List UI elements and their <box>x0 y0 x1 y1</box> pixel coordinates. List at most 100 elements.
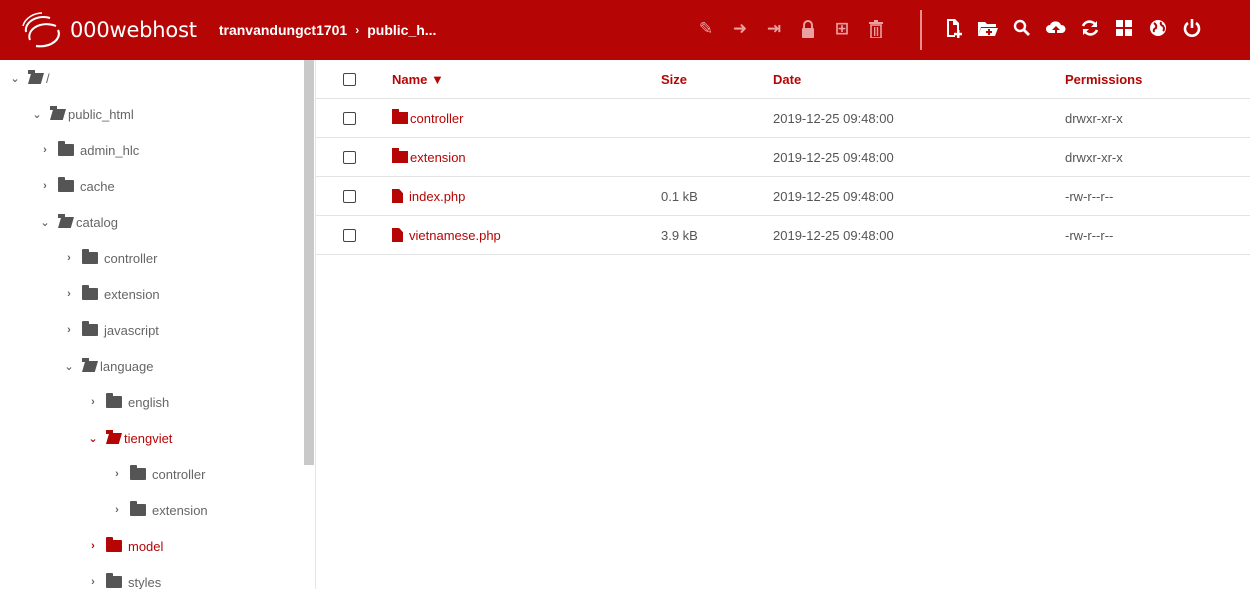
chevron-right-icon[interactable]: › <box>62 288 76 300</box>
chevron-right-icon[interactable]: › <box>86 576 100 588</box>
file-name: controller <box>410 110 464 126</box>
table-row[interactable]: index.php 0.1 kB 2019-12-25 09:48:00 -rw… <box>316 177 1250 216</box>
column-permissions-header[interactable]: Permissions <box>1065 72 1142 87</box>
lock-icon[interactable] <box>798 18 818 40</box>
tree-item-extension[interactable]: › extension <box>110 492 208 528</box>
tree-item-label: / <box>46 70 50 86</box>
extract-icon[interactable]: ⊞ <box>832 18 852 40</box>
file-name-link[interactable]: extension <box>392 148 466 165</box>
chevron-down-icon[interactable]: ⌄ <box>38 216 52 229</box>
folder-open-icon <box>58 214 74 228</box>
tree-item-admin-hlc[interactable]: › admin_hlc <box>38 132 139 168</box>
refresh-icon[interactable] <box>1078 16 1102 40</box>
chevron-down-icon[interactable]: ⌄ <box>8 72 22 85</box>
chevron-right-icon[interactable]: › <box>86 396 100 408</box>
top-bar: 000webhost tranvandungct1701 › public_h.… <box>0 0 1250 60</box>
file-name-link[interactable]: vietnamese.php <box>392 228 501 243</box>
chevron-right-icon[interactable]: › <box>110 504 124 516</box>
grid-view-icon[interactable] <box>1112 16 1136 40</box>
tree-item-label: javascript <box>104 322 159 338</box>
file-permissions[interactable]: drwxr-xr-x <box>1065 150 1123 165</box>
file-permissions[interactable]: drwxr-xr-x <box>1065 111 1123 126</box>
file-name: extension <box>410 149 466 165</box>
column-date-header[interactable]: Date <box>773 72 801 87</box>
table-row[interactable]: extension 2019-12-25 09:48:00 drwxr-xr-x <box>316 138 1250 177</box>
folder-open-icon <box>28 70 44 84</box>
folder-icon <box>392 109 408 124</box>
file-name-link[interactable]: index.php <box>392 189 465 204</box>
chevron-right-icon[interactable]: › <box>38 180 52 192</box>
globe-icon[interactable] <box>1146 16 1170 40</box>
file-permissions[interactable]: -rw-r--r-- <box>1065 189 1113 204</box>
file-date: 2019-12-25 09:48:00 <box>773 110 894 126</box>
main-toolbar <box>942 16 1204 40</box>
tree-scrollbar[interactable] <box>304 60 314 465</box>
file-size: 0.1 kB <box>661 188 698 204</box>
tree-item-label: admin_hlc <box>80 142 140 158</box>
new-folder-icon[interactable] <box>976 16 1000 40</box>
row-checkbox[interactable] <box>343 150 356 164</box>
tree-item-label: controller <box>104 250 158 266</box>
folder-open-icon <box>106 430 122 444</box>
column-name-header[interactable]: Name ▼ <box>392 72 444 87</box>
breadcrumb-item-root[interactable]: tranvandungct1701 <box>219 22 347 38</box>
tree-item-label: controller <box>152 466 206 482</box>
tree-item-catalog[interactable]: ⌄ catalog <box>38 204 118 240</box>
tree-item-english[interactable]: › english <box>86 384 169 420</box>
move-icon[interactable]: ➜ <box>730 18 750 40</box>
chevron-down-icon[interactable]: ⌄ <box>86 432 100 445</box>
tree-item-label: cache <box>80 178 115 194</box>
row-checkbox[interactable] <box>343 111 356 125</box>
chevron-right-icon[interactable]: › <box>38 144 52 156</box>
power-icon[interactable] <box>1180 16 1204 40</box>
new-file-icon[interactable] <box>942 16 966 40</box>
tree-item-extension[interactable]: › extension <box>62 276 160 312</box>
file-name: index.php <box>409 188 466 204</box>
row-checkbox[interactable] <box>343 228 356 242</box>
tree-item-root[interactable]: ⌄ / <box>8 60 50 96</box>
search-icon[interactable] <box>1010 16 1034 40</box>
folder-icon <box>82 321 98 336</box>
file-name: vietnamese.php <box>409 227 501 243</box>
tree-item-public-html[interactable]: ⌄ public_html <box>30 96 134 132</box>
brand-logo[interactable]: 000webhost <box>16 10 197 50</box>
folder-icon <box>130 501 146 516</box>
tree-item-label: extension <box>152 502 208 518</box>
tree-item-javascript[interactable]: › javascript <box>62 312 159 348</box>
table-row[interactable]: vietnamese.php 3.9 kB 2019-12-25 09:48:0… <box>316 216 1250 255</box>
chevron-right-icon[interactable]: › <box>62 252 76 264</box>
folder-icon <box>58 141 74 156</box>
rename-icon[interactable]: ⇥ <box>764 18 784 40</box>
file-name-link[interactable]: controller <box>392 109 464 126</box>
tree-item-tiengviet[interactable]: ⌄ tiengviet <box>86 420 172 456</box>
breadcrumb-item-current[interactable]: public_h... <box>367 22 436 38</box>
folder-icon <box>58 177 74 192</box>
toolbar-divider <box>920 10 922 50</box>
folder-open-icon <box>50 106 66 120</box>
edit-icon[interactable]: ✎ <box>696 18 716 40</box>
file-date: 2019-12-25 09:48:00 <box>773 227 894 243</box>
tree-item-controller[interactable]: › controller <box>62 240 157 276</box>
tree-item-language[interactable]: ⌄ language <box>62 348 154 384</box>
folder-icon <box>82 249 98 264</box>
tree-item-styles[interactable]: › styles <box>86 564 161 589</box>
column-size-header[interactable]: Size <box>661 72 687 87</box>
file-icon <box>392 228 403 242</box>
select-all-checkbox[interactable] <box>343 72 356 86</box>
file-permissions[interactable]: -rw-r--r-- <box>1065 228 1113 243</box>
chevron-right-icon[interactable]: › <box>110 468 124 480</box>
tree-item-cache[interactable]: › cache <box>38 168 115 204</box>
chevron-down-icon[interactable]: ⌄ <box>62 360 76 373</box>
row-checkbox[interactable] <box>343 189 356 203</box>
chevron-down-icon[interactable]: ⌄ <box>30 108 44 121</box>
table-row[interactable]: controller 2019-12-25 09:48:00 drwxr-xr-… <box>316 99 1250 138</box>
folder-tree: ⌄ / ⌄ public_html › admin_hlc › cache ⌄ … <box>0 60 316 589</box>
chevron-right-icon[interactable]: › <box>86 540 100 552</box>
chevron-right-icon: › <box>355 23 360 37</box>
upload-icon[interactable] <box>1044 16 1068 40</box>
tree-item-controller[interactable]: › controller <box>110 456 205 492</box>
chevron-right-icon[interactable]: › <box>62 324 76 336</box>
tree-item-model[interactable]: › model <box>86 528 163 564</box>
tree-item-label: english <box>128 394 170 410</box>
trash-icon[interactable] <box>866 18 886 40</box>
